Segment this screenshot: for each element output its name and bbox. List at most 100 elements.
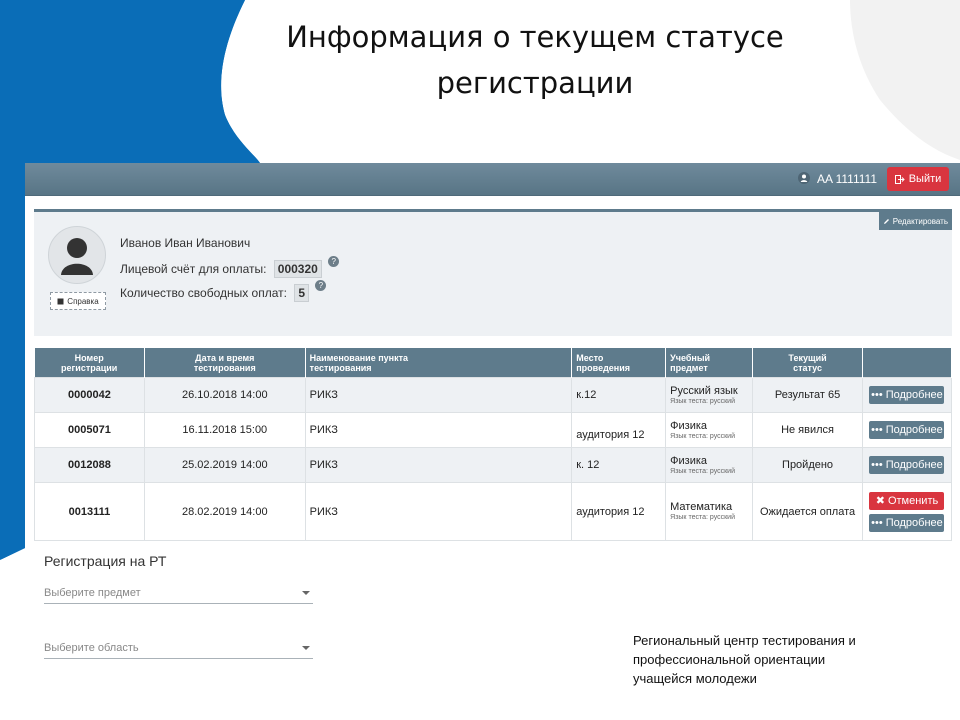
ellipsis-icon: ••• xyxy=(871,459,883,471)
cell-number: 0012088 xyxy=(34,447,145,483)
cell-status: Ожидается оплата xyxy=(752,482,863,541)
subject-name: Русский язык xyxy=(670,384,738,397)
cell-datetime: 16.11.2018 15:00 xyxy=(143,412,306,448)
details-label: Подробнее xyxy=(885,389,943,401)
cell-place: аудитория 12 xyxy=(571,412,667,448)
cell-status: Не явился xyxy=(752,412,863,448)
logout-icon xyxy=(894,174,905,184)
chevron-down-icon xyxy=(302,591,310,595)
account-value: 000320 xyxy=(273,260,322,278)
ellipsis-icon: ••• xyxy=(871,516,883,529)
cell-datetime: 25.02.2019 14:00 xyxy=(143,447,306,483)
chevron-down-icon xyxy=(302,646,310,650)
logout-button[interactable]: Выйти xyxy=(887,167,949,191)
details-button[interactable]: ••• Подробнее xyxy=(869,386,945,404)
cell-subject: Физика Язык теста: русский xyxy=(665,447,754,483)
cancel-label: Отменить xyxy=(887,494,939,507)
subject-name: Физика xyxy=(670,454,708,467)
table-header-row: Номер регистрации Дата и время тестировани… xyxy=(34,348,953,378)
registration-title: Регистрация на РТ xyxy=(44,553,167,569)
test-language: Язык теста: русский xyxy=(670,467,735,475)
footer-line-2: профессиональной ориентации xyxy=(633,652,826,667)
cell-datetime: 28.02.2019 14:00 xyxy=(143,482,306,541)
user-icon xyxy=(798,172,810,184)
cell-number: 0000042 xyxy=(34,377,145,413)
free-payments-value: 5 xyxy=(294,284,310,302)
cell-point: РИКЗ xyxy=(304,377,573,413)
table-row: 0005071 16.11.2018 15:00 РИКЗ аудитория … xyxy=(34,412,953,448)
logout-label: Выйти xyxy=(908,173,942,185)
cell-place: аудитория 12 xyxy=(571,482,667,541)
user-silhouette-icon xyxy=(61,238,93,275)
region-select[interactable]: Выберите область xyxy=(44,642,313,659)
free-payments-label: Количество свободных оплат: xyxy=(120,286,287,300)
profile-panel: Редактировать Справка Иванов Иван Иванов… xyxy=(34,209,952,336)
edit-profile-button[interactable]: Редактировать xyxy=(878,212,952,230)
ellipsis-icon: ••• xyxy=(871,424,883,436)
cell-point: РИКЗ xyxy=(304,412,573,448)
footer-line-1: Региональный центр тестирования и xyxy=(633,633,856,648)
details-button[interactable]: ••• Подробнее xyxy=(869,513,945,532)
edit-profile-label: Редактировать xyxy=(892,216,948,226)
table-row: 0012088 25.02.2019 14:00 РИКЗ к. 12 Физи… xyxy=(34,447,953,483)
region-select-placeholder: Выберите область xyxy=(44,642,139,654)
free-payments-help-icon[interactable]: ? xyxy=(315,280,327,291)
col-header-subject: Учебный предмет xyxy=(665,348,754,378)
footer-line-3: учащейся молодежи xyxy=(633,671,757,686)
registrations-table: Номер регистрации Дата и время тестировани… xyxy=(34,348,953,541)
avatar xyxy=(48,226,106,284)
user-id-label: AA 1111111 xyxy=(816,172,877,186)
test-language: Язык теста: русский xyxy=(670,514,735,521)
cell-actions: ••• Подробнее xyxy=(861,377,953,413)
cell-status: Пройдено xyxy=(752,447,863,483)
profile-name: Иванов Иван Иванович xyxy=(120,236,251,250)
account-help-icon[interactable]: ? xyxy=(328,256,340,267)
details-label: Подробнее xyxy=(885,424,943,436)
help-button[interactable]: Справка xyxy=(50,292,106,310)
test-language: Язык теста: русский xyxy=(670,397,735,405)
top-navbar: AA 1111111 Выйти xyxy=(25,163,960,196)
help-label: Справка xyxy=(67,296,99,306)
cell-point: РИКЗ xyxy=(304,447,573,483)
col-header-actions xyxy=(862,348,953,378)
cell-actions: ••• Подробнее xyxy=(861,447,953,483)
cell-status: Результат 65 xyxy=(752,377,863,413)
app-window: AA 1111111 Выйти Редактировать Справка И… xyxy=(25,163,960,548)
col-header-number: Номер регистрации xyxy=(34,348,145,378)
details-label: Подробнее xyxy=(885,516,943,529)
book-icon xyxy=(57,298,64,304)
free-payments-line: Количество свободных оплат: 5 ? xyxy=(120,280,327,302)
subject-name: Математика xyxy=(670,501,733,513)
subject-select-placeholder: Выберите предмет xyxy=(44,587,141,599)
subject-select[interactable]: Выберите предмет xyxy=(44,587,313,604)
pencil-icon xyxy=(883,218,889,224)
details-button[interactable]: ••• Подробнее xyxy=(869,421,945,439)
slide-title-line-2: регистрации xyxy=(436,66,634,100)
col-header-datetime: Дата и время тестирования xyxy=(144,348,306,378)
col-header-place: Место проведения xyxy=(571,348,667,378)
cell-subject: Математика Язык теста: русский xyxy=(665,482,754,541)
cell-place: к. 12 xyxy=(571,447,667,483)
organization-footer: Региональный центр тестирования и профес… xyxy=(633,631,933,688)
account-label: Лицевой счёт для оплаты: xyxy=(120,262,267,276)
cell-number: 0013111 xyxy=(34,482,145,541)
cell-place: к.12 xyxy=(571,377,667,413)
cell-datetime: 26.10.2018 14:00 xyxy=(143,377,306,413)
cell-actions: ✖ Отменить ••• Подробнее xyxy=(861,482,953,541)
details-label: Подробнее xyxy=(885,459,943,471)
subject-name: Физика xyxy=(670,419,708,432)
cell-point: РИКЗ xyxy=(304,482,573,541)
close-icon: ✖ xyxy=(875,495,885,507)
account-line: Лицевой счёт для оплаты: 000320 ? xyxy=(120,256,340,278)
table-row: 0000042 26.10.2018 14:00 РИКЗ к.12 Русск… xyxy=(34,377,953,413)
cell-subject: Русский язык Язык теста: русский xyxy=(665,377,754,413)
col-header-status: Текущий статус xyxy=(752,348,863,378)
cell-actions: ••• Подробнее xyxy=(861,412,953,448)
slide-title-line-1: Информация о текущем статусе xyxy=(286,20,784,54)
slide-title: Информация о текущем статусе регистрации xyxy=(200,14,870,106)
cell-number: 0005071 xyxy=(34,412,145,448)
table-row: 0013111 28.02.2019 14:00 РИКЗ аудитория … xyxy=(34,482,953,541)
cancel-button[interactable]: ✖ Отменить xyxy=(869,491,945,510)
details-button[interactable]: ••• Подробнее xyxy=(869,456,945,474)
col-header-point: Наименование пункта тестирования xyxy=(305,348,573,378)
